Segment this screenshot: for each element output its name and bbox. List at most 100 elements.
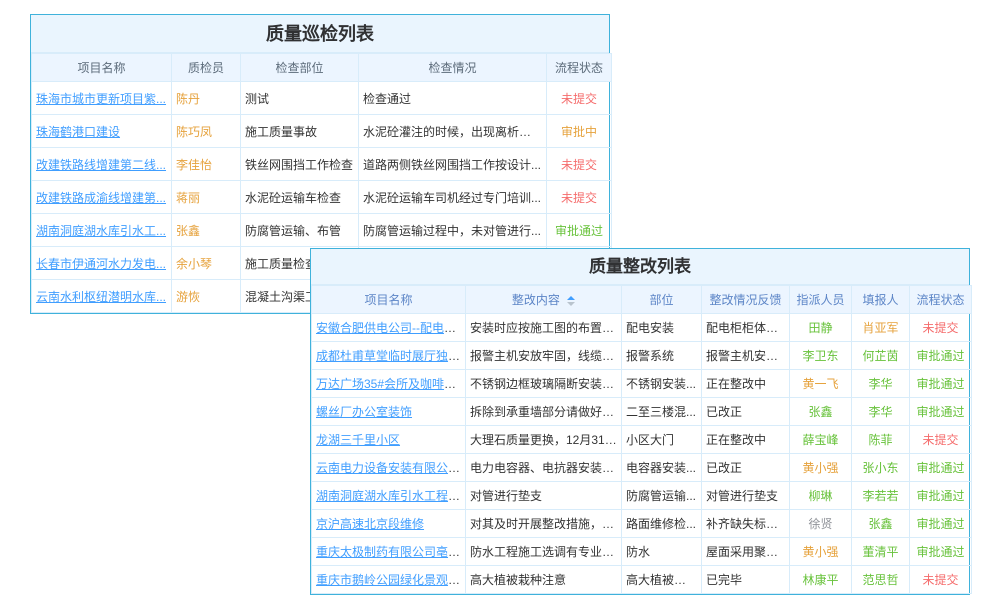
reporter-name: 陈菲 bbox=[868, 433, 892, 447]
project-name-link[interactable]: 改建铁路成渝线增建第... bbox=[36, 191, 166, 205]
project-name-link[interactable]: 万达广场35#会所及咖啡厅空... bbox=[316, 377, 466, 391]
rectify-content-cell: 对管进行垫支 bbox=[466, 482, 622, 510]
sort-icon[interactable] bbox=[567, 296, 575, 306]
rectify-feedback-cell: 正在整改中 bbox=[702, 370, 790, 398]
header-flow-status: 流程状态 bbox=[910, 286, 972, 314]
header-check-part: 检查部位 bbox=[241, 54, 359, 82]
project-name-link-cell: 螺丝厂办公室装饰 bbox=[312, 398, 466, 426]
check-situation-cell: 检查通过 bbox=[359, 82, 547, 115]
table-row: 珠海市城市更新项目紫... 陈丹 测试检查通过 未提交 bbox=[32, 82, 612, 115]
rectify-table: 项目名称 整改内容 部位 整改情况反馈 指派人员 填报人 流程状态 安徽合肥供电… bbox=[311, 285, 972, 594]
assignee-name: 黄小强 bbox=[802, 461, 838, 475]
inspector-name: 张鑫 bbox=[176, 224, 200, 238]
rectify-content: 防水工程施工选调有专业资质... bbox=[470, 545, 622, 559]
rectify-feedback: 正在整改中 bbox=[706, 433, 766, 447]
project-name-link-cell: 安徽合肥供电公司--配电设备... bbox=[312, 314, 466, 342]
flow-status-badge: 未提交 bbox=[922, 433, 958, 447]
inspector-name: 陈丹 bbox=[176, 92, 200, 106]
rectify-content: 电力电容器、电抗器安装方案... bbox=[470, 461, 622, 475]
inspection-panel-title: 质量巡检列表 bbox=[31, 15, 609, 53]
rectify-part-cell: 报警系统 bbox=[622, 342, 702, 370]
check-situation-cell: 防腐管运输过程中，未对管进行... bbox=[359, 214, 547, 247]
table-row: 湖南洞庭湖水库引水工... 张鑫 防腐管运输、布管 防腐管运输过程中，未对管进行...… bbox=[32, 214, 612, 247]
table-row: 湖南洞庭湖水库引水工程施工1标对管进行垫支防腐管运输...对管进行垫支柳琳李若若… bbox=[312, 482, 972, 510]
reporter-name: 董清平 bbox=[862, 545, 898, 559]
flow-status-badge: 审批通过 bbox=[916, 517, 964, 531]
rectify-content-cell: 对其及时开展整改措施，桥头... bbox=[466, 510, 622, 538]
project-name-link-cell: 改建铁路线增建第二线... bbox=[32, 148, 172, 181]
flow-status-badge: 未提交 bbox=[922, 573, 958, 587]
rectify-part: 报警系统 bbox=[626, 349, 674, 363]
project-name-link[interactable]: 珠海鹤港口建设 bbox=[36, 125, 120, 139]
check-situation: 检查通过 bbox=[363, 92, 411, 106]
project-name-link[interactable]: 云南水利枢纽潜明水库... bbox=[36, 290, 166, 304]
page: 质量巡检列表 项目名称 质检员 检查部位 检查情况 流程状态 珠海市城市更新项目… bbox=[0, 0, 1000, 600]
rectify-feedback-cell: 配电柜柜体与... bbox=[702, 314, 790, 342]
project-name-link[interactable]: 珠海市城市更新项目紫... bbox=[36, 92, 166, 106]
rectify-part: 防水 bbox=[626, 545, 650, 559]
check-part-cell: 测试 bbox=[241, 82, 359, 115]
flow-status-badge: 审批通过 bbox=[916, 349, 964, 363]
project-name-link-cell: 珠海鹤港口建设 bbox=[32, 115, 172, 148]
assignee-name: 黄小强 bbox=[802, 545, 838, 559]
assignee-name-cell: 李卫东 bbox=[790, 342, 852, 370]
flow-status-badge-cell: 未提交 bbox=[547, 181, 612, 214]
reporter-name: 李若若 bbox=[862, 489, 898, 503]
assignee-name-cell: 张鑫 bbox=[790, 398, 852, 426]
flow-status-badge-cell: 未提交 bbox=[547, 82, 612, 115]
project-name-link-cell: 湖南洞庭湖水库引水工... bbox=[32, 214, 172, 247]
project-name-link[interactable]: 安徽合肥供电公司--配电设备... bbox=[316, 321, 466, 335]
project-name-link-cell: 长春市伊通河水力发电... bbox=[32, 247, 172, 280]
project-name-link-cell: 云南水利枢纽潜明水库... bbox=[32, 280, 172, 313]
table-row: 重庆市鹅岭公园绿化景观提升...高大植被栽种注意高大植被栽种已完毕林康平范思哲未… bbox=[312, 566, 972, 594]
project-name-link[interactable]: 成都杜甫草堂临时展厅独立展... bbox=[316, 349, 466, 363]
header-rectify-content[interactable]: 整改内容 bbox=[466, 286, 622, 314]
project-name-link[interactable]: 重庆市鹅岭公园绿化景观提升... bbox=[316, 573, 466, 587]
check-part-cell: 铁丝网围挡工作检查 bbox=[241, 148, 359, 181]
project-name-link[interactable]: 长春市伊通河水力发电... bbox=[36, 257, 166, 271]
project-name-link[interactable]: 云南电力设备安装有限公司20... bbox=[316, 461, 466, 475]
project-name-link[interactable]: 螺丝厂办公室装饰 bbox=[316, 405, 412, 419]
reporter-name-cell: 李华 bbox=[852, 370, 910, 398]
project-name-link-cell: 重庆太极制药有限公司亳州中... bbox=[312, 538, 466, 566]
reporter-name-cell: 董清平 bbox=[852, 538, 910, 566]
project-name-link[interactable]: 京沪高速北京段维修 bbox=[316, 517, 424, 531]
flow-status-badge-cell: 审批通过 bbox=[910, 482, 972, 510]
inspector-name: 蒋丽 bbox=[176, 191, 200, 205]
project-name-link[interactable]: 湖南洞庭湖水库引水工... bbox=[36, 224, 166, 238]
rectify-part: 防腐管运输... bbox=[626, 489, 696, 503]
header-project-name: 项目名称 bbox=[32, 54, 172, 82]
project-name-link[interactable]: 湖南洞庭湖水库引水工程施工1标 bbox=[316, 489, 466, 503]
flow-status-badge: 审批中 bbox=[561, 125, 597, 139]
check-part: 防腐管运输、布管 bbox=[245, 224, 341, 238]
project-name-link[interactable]: 龙湖三千里小区 bbox=[316, 433, 400, 447]
rectify-panel: 质量整改列表 项目名称 整改内容 部位 整改情况反馈 指派人员 填报人 流程状态 bbox=[310, 248, 970, 595]
rectify-feedback-cell: 已改正 bbox=[702, 398, 790, 426]
inspector-name-cell: 蒋丽 bbox=[172, 181, 241, 214]
assignee-name: 张鑫 bbox=[808, 405, 832, 419]
assignee-name-cell: 田静 bbox=[790, 314, 852, 342]
reporter-name-cell: 何芷茵 bbox=[852, 342, 910, 370]
project-name-link-cell: 万达广场35#会所及咖啡厅空... bbox=[312, 370, 466, 398]
rectify-feedback-cell: 已改正 bbox=[702, 454, 790, 482]
rectify-content: 报警主机安放牢固，线缆连接... bbox=[470, 349, 622, 363]
inspector-name: 陈巧凤 bbox=[176, 125, 212, 139]
flow-status-badge: 审批通过 bbox=[916, 489, 964, 503]
flow-status-badge-cell: 审批通过 bbox=[910, 398, 972, 426]
project-name-link[interactable]: 重庆太极制药有限公司亳州中... bbox=[316, 545, 466, 559]
rectify-feedback-cell: 对管进行垫支 bbox=[702, 482, 790, 510]
rectify-content-cell: 电力电容器、电抗器安装方案... bbox=[466, 454, 622, 482]
inspector-name: 余小琴 bbox=[176, 257, 212, 271]
project-name-link[interactable]: 改建铁路线增建第二线... bbox=[36, 158, 166, 172]
project-name-link-cell: 龙湖三千里小区 bbox=[312, 426, 466, 454]
inspector-name: 游恢 bbox=[176, 290, 200, 304]
rectify-feedback: 正在整改中 bbox=[706, 377, 766, 391]
rectify-feedback-cell: 补齐缺失标志... bbox=[702, 510, 790, 538]
inspector-name-cell: 陈丹 bbox=[172, 82, 241, 115]
table-row: 成都杜甫草堂临时展厅独立展...报警主机安放牢固，线缆连接...报警系统报警主机… bbox=[312, 342, 972, 370]
flow-status-badge: 审批通过 bbox=[555, 224, 603, 238]
flow-status-badge-cell: 未提交 bbox=[910, 566, 972, 594]
inspector-name-cell: 陈巧凤 bbox=[172, 115, 241, 148]
check-part-cell: 水泥砼运输车检查 bbox=[241, 181, 359, 214]
inspector-name-cell: 张鑫 bbox=[172, 214, 241, 247]
